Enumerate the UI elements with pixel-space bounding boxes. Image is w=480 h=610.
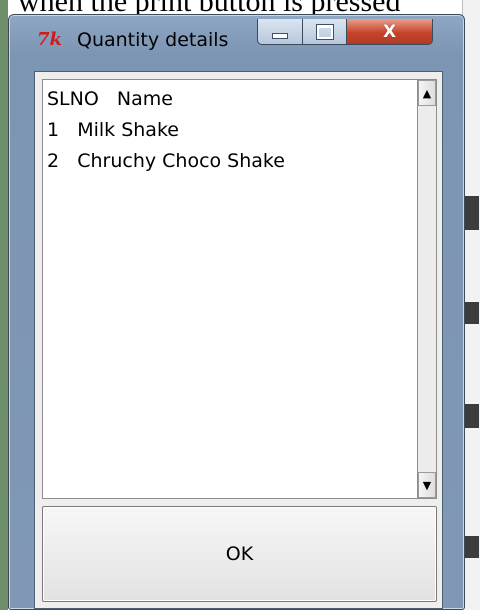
quantity-listbox[interactable]: SLNO Name 1 Milk Shake 2 Chruchy Choco S… — [42, 79, 418, 499]
scroll-up-arrow-icon: ▲ — [422, 86, 432, 100]
window-title: Quantity details — [77, 29, 229, 51]
list-item[interactable]: 2 Chruchy Choco Shake — [47, 146, 285, 177]
tk-feather-icon[interactable]: 7k — [37, 29, 69, 51]
window-titlebar[interactable]: 7k Quantity details X — [9, 15, 464, 63]
minimize-icon — [272, 32, 288, 39]
background-mark — [465, 404, 479, 428]
list-header-row[interactable]: SLNO Name — [47, 84, 173, 115]
scroll-down-button[interactable]: ▼ — [418, 472, 436, 498]
minimize-button[interactable] — [257, 19, 303, 45]
close-button[interactable]: X — [347, 19, 433, 45]
background-left-strip — [0, 0, 8, 610]
quantity-details-window: 7k Quantity details X SLNO Name 1 Milk S… — [8, 14, 465, 610]
list-item[interactable]: 1 Milk Shake — [47, 115, 179, 146]
maximize-icon — [315, 23, 334, 40]
scroll-down-arrow-icon: ▼ — [422, 478, 432, 492]
scroll-up-button[interactable]: ▲ — [418, 80, 436, 106]
dialog-client-area: SLNO Name 1 Milk Shake 2 Chruchy Choco S… — [34, 71, 443, 609]
background-mark — [465, 536, 479, 558]
ok-button[interactable]: OK — [42, 506, 437, 602]
maximize-button[interactable] — [303, 19, 347, 45]
background-mark — [465, 196, 479, 230]
background-mark — [465, 302, 479, 324]
list-scrollbar[interactable]: ▲ ▼ — [418, 79, 437, 499]
close-icon: X — [382, 21, 397, 42]
window-caption-buttons: X — [257, 19, 457, 47]
